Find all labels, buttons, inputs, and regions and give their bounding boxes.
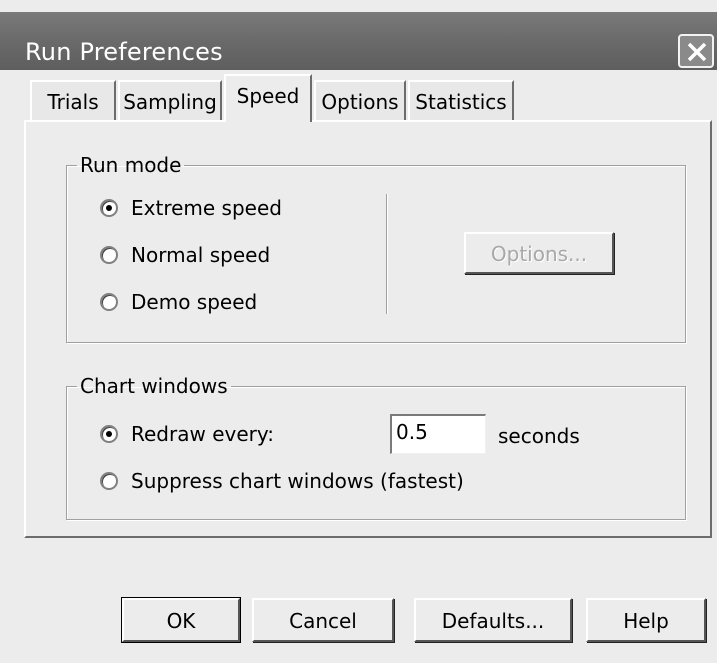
tab-statistics[interactable]: Statistics <box>408 80 514 120</box>
cancel-button[interactable]: Cancel <box>252 598 394 642</box>
tab-label: Statistics <box>415 90 507 114</box>
title-bar[interactable]: Run Preferences <box>0 12 717 70</box>
demo-speed-radio[interactable]: Demo speed <box>100 290 257 314</box>
radio-button[interactable] <box>100 293 118 311</box>
button-label: OK <box>166 609 196 633</box>
ok-button[interactable]: OK <box>121 597 241 643</box>
chart-windows-legend: Chart windows <box>80 374 228 398</box>
radio-button[interactable] <box>100 246 118 264</box>
radio-button[interactable] <box>100 472 118 490</box>
window-title: Run Preferences <box>25 38 223 66</box>
button-label: Options... <box>490 242 588 266</box>
radio-button-checked[interactable] <box>100 199 118 217</box>
tab-options[interactable]: Options <box>314 80 406 120</box>
button-label: Cancel <box>289 609 357 633</box>
radio-label: Normal speed <box>131 243 271 267</box>
button-label: Help <box>623 609 669 633</box>
tab-label: Speed <box>236 84 300 108</box>
radio-button-checked[interactable] <box>100 425 118 443</box>
help-button[interactable]: Help <box>586 598 706 642</box>
run-mode-legend: Run mode <box>80 153 182 177</box>
normal-speed-radio[interactable]: Normal speed <box>100 243 270 267</box>
close-button[interactable] <box>678 34 714 68</box>
redraw-interval-input[interactable]: 0.5 <box>390 414 486 454</box>
defaults-button[interactable]: Defaults... <box>414 598 572 642</box>
chart-windows-group: Chart windows <box>66 374 686 520</box>
close-icon <box>687 42 707 62</box>
redraw-interval-value: 0.5 <box>396 420 428 444</box>
radio-label: Extreme speed <box>131 196 282 220</box>
redraw-every-radio[interactable]: Redraw every: <box>100 422 274 446</box>
tab-label: Sampling <box>123 90 217 114</box>
suppress-chart-windows-radio[interactable]: Suppress chart windows (fastest) <box>100 469 464 493</box>
button-label: Defaults... <box>441 609 545 633</box>
tab-trials[interactable]: Trials <box>30 80 116 120</box>
seconds-label: seconds <box>498 424 580 448</box>
tab-label: Trials <box>47 90 99 114</box>
radio-label: Redraw every: <box>131 422 274 446</box>
extreme-speed-radio[interactable]: Extreme speed <box>100 196 282 220</box>
vertical-divider <box>386 194 388 314</box>
radio-label: Demo speed <box>131 290 258 314</box>
tab-sampling[interactable]: Sampling <box>118 80 222 120</box>
radio-label: Suppress chart windows (fastest) <box>131 469 464 493</box>
run-mode-options-button[interactable]: Options... <box>464 232 614 274</box>
run-preferences-dialog: Run Preferences Trials Sampling Speed Op… <box>0 0 717 663</box>
tab-speed[interactable]: Speed <box>224 74 312 122</box>
tab-label: Options <box>321 90 399 114</box>
